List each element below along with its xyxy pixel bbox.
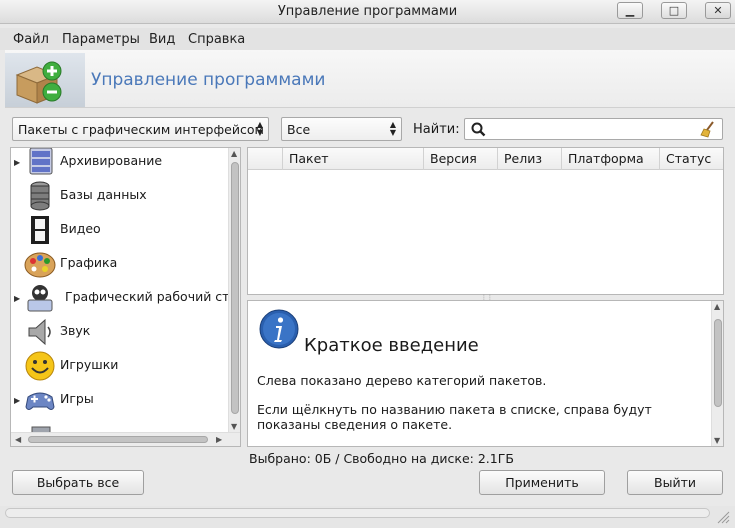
expand-arrow-icon[interactable]: ▶ <box>14 294 20 303</box>
package-type-select[interactable]: Пакеты с графическим интерфейсом ▲ ▼ <box>12 117 269 141</box>
palette-icon <box>24 252 56 278</box>
scrollbar-thumb[interactable] <box>231 162 239 414</box>
info-pane: Краткое введение Слева показано дерево к… <box>247 300 724 447</box>
category-hscrollbar[interactable]: ◀ ▶ <box>11 432 240 446</box>
clear-broom-icon[interactable] <box>700 121 716 138</box>
updown-arrows-icon: ▲ ▼ <box>389 120 396 137</box>
scroll-right-arrow-icon[interactable]: ▶ <box>216 435 222 444</box>
minimize-icon: ▁ <box>625 4 635 17</box>
category-item[interactable]: ▶ Архивирование <box>11 148 236 178</box>
info-icon <box>259 309 299 349</box>
scroll-up-arrow-icon[interactable]: ▲ <box>714 302 720 311</box>
category-label: Звук <box>60 323 91 338</box>
header-title: Управление программами <box>91 70 326 90</box>
scroll-down-arrow-icon[interactable]: ▼ <box>714 436 720 445</box>
category-item[interactable]: Графика <box>11 248 236 280</box>
speaker-icon <box>28 318 51 346</box>
info-heading: Краткое введение <box>304 335 479 356</box>
scroll-up-arrow-icon[interactable]: ▲ <box>231 149 237 158</box>
menu-help[interactable]: Справка <box>188 32 245 47</box>
menu-file[interactable]: Файл <box>13 32 49 47</box>
desktop-icon <box>27 285 53 312</box>
search-icon <box>471 122 486 137</box>
category-item[interactable]: Базы данных <box>11 180 236 212</box>
smiley-icon <box>25 351 55 381</box>
title-bar: Управление программами ▁ □ ✕ <box>0 0 735 24</box>
status-filter-select[interactable]: Все ▲ ▼ <box>281 117 402 141</box>
column-header-checkbox[interactable] <box>248 148 282 170</box>
package-type-value: Пакеты с графическим интерфейсом <box>18 122 264 137</box>
category-tree: ▶ Архивирование Базы данных Видео График… <box>10 147 241 447</box>
column-header-platform[interactable]: Платформа <box>561 148 659 170</box>
quit-button[interactable]: Выйти <box>627 470 723 495</box>
category-item[interactable]: Игрушки <box>11 350 236 382</box>
category-label: Графический рабочий стол <box>65 289 241 304</box>
menu-parameters[interactable]: Параметры <box>62 32 140 47</box>
info-paragraph-2: Если щёлкнуть по названию пакета в списк… <box>257 402 652 432</box>
minimize-button[interactable]: ▁ <box>617 2 643 19</box>
maximize-icon: □ <box>668 4 680 17</box>
category-vscrollbar[interactable]: ▲ ▼ <box>228 148 240 432</box>
category-label: Игры <box>60 391 94 406</box>
status-filter-value: Все <box>287 122 311 137</box>
column-header-release[interactable]: Релиз <box>497 148 561 170</box>
scroll-down-arrow-icon[interactable]: ▼ <box>231 422 237 431</box>
table-body <box>248 170 723 294</box>
progress-bar <box>5 508 710 518</box>
category-item[interactable]: Видео <box>11 214 236 246</box>
database-icon <box>30 181 50 211</box>
find-label: Найти: <box>413 122 460 137</box>
video-icon <box>31 216 49 244</box>
category-label: Видео <box>60 221 101 236</box>
menu-bar: Файл Параметры Вид Справка <box>0 28 735 50</box>
category-item[interactable]: ▶ Графический рабочий стол <box>11 282 240 314</box>
category-label: Базы данных <box>60 187 147 202</box>
package-table: Пакет Версия Релиз Платформа Статус <box>247 147 724 295</box>
select-all-button[interactable]: Выбрать все <box>12 470 144 495</box>
expand-arrow-icon[interactable]: ▶ <box>14 158 20 167</box>
table-header: Пакет Версия Релиз Платформа Статус <box>248 148 723 170</box>
scroll-left-arrow-icon[interactable]: ◀ <box>15 435 21 444</box>
column-header-status[interactable]: Статус <box>659 148 725 170</box>
close-icon: ✕ <box>713 4 723 17</box>
menu-view[interactable]: Вид <box>149 32 175 47</box>
scrollbar-thumb[interactable] <box>714 319 722 407</box>
category-label: Игрушки <box>60 357 119 372</box>
category-label: Графика <box>60 255 118 270</box>
category-item[interactable]: Звук <box>11 316 236 348</box>
gamepad-icon <box>25 392 55 410</box>
info-paragraph-1: Слева показано дерево категорий пакетов. <box>257 373 547 388</box>
maximize-button[interactable]: □ <box>661 2 687 19</box>
search-input[interactable] <box>464 118 723 140</box>
category-item[interactable]: ▶ Игры <box>11 384 236 416</box>
status-text: Выбрано: 0Б / Свободно на диске: 2.1ГБ <box>249 451 514 466</box>
column-header-package[interactable]: Пакет <box>282 148 423 170</box>
resize-grip-icon[interactable] <box>716 510 730 524</box>
close-button[interactable]: ✕ <box>705 2 731 19</box>
hscrollbar-thumb[interactable] <box>28 436 208 443</box>
package-manager-logo <box>5 53 85 107</box>
column-header-version[interactable]: Версия <box>423 148 497 170</box>
archive-icon <box>29 148 53 175</box>
apply-button[interactable]: Применить <box>479 470 605 495</box>
updown-arrows-icon: ▲ ▼ <box>256 120 263 137</box>
category-label: Архивирование <box>60 153 163 168</box>
info-vscrollbar[interactable]: ▲ ▼ <box>711 301 723 446</box>
header-banner: Управление программами <box>5 50 735 108</box>
expand-arrow-icon[interactable]: ▶ <box>14 396 20 405</box>
